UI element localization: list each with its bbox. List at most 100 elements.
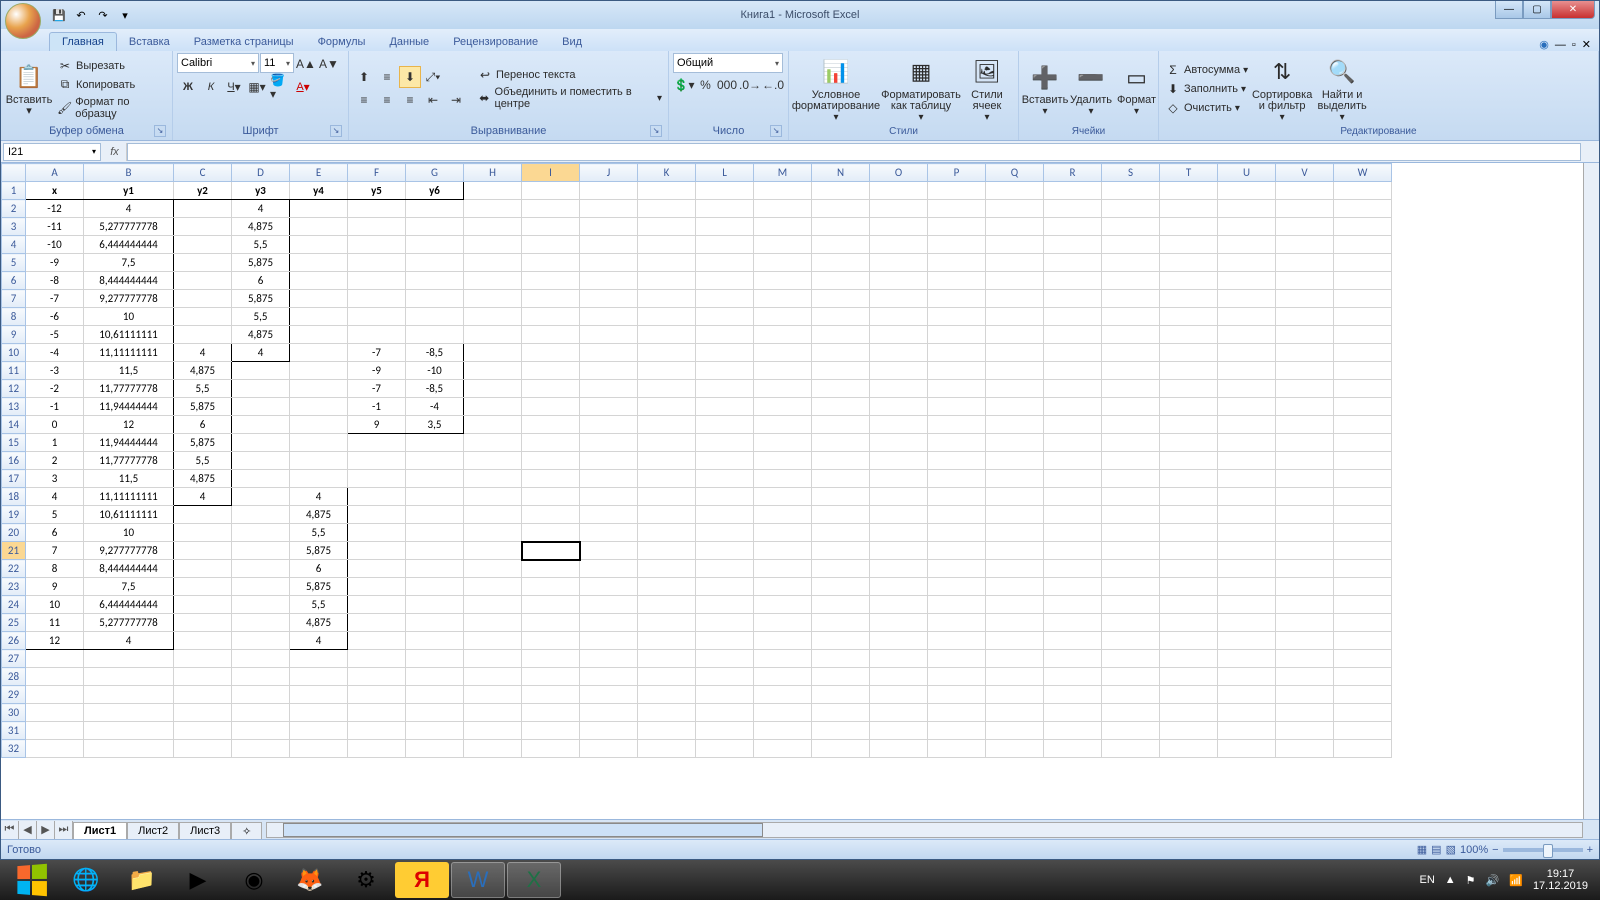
indent-decrease-button[interactable]: ⇤ [422, 89, 444, 111]
cell-I3[interactable] [522, 218, 580, 236]
cell-B29[interactable] [84, 686, 174, 704]
cell-J3[interactable] [580, 218, 638, 236]
cell-L16[interactable] [696, 452, 754, 470]
cell-M31[interactable] [754, 722, 812, 740]
cell-T3[interactable] [1160, 218, 1218, 236]
cell-E12[interactable] [290, 380, 348, 398]
cell-E8[interactable] [290, 308, 348, 326]
col-header-C[interactable]: C [174, 164, 232, 182]
cell-A8[interactable]: -6 [26, 308, 84, 326]
cell-P6[interactable] [928, 272, 986, 290]
cell-P11[interactable] [928, 362, 986, 380]
cell-E5[interactable] [290, 254, 348, 272]
cell-E14[interactable] [290, 416, 348, 434]
row-header-25[interactable]: 25 [2, 614, 26, 632]
cell-T19[interactable] [1160, 506, 1218, 524]
cell-G5[interactable] [406, 254, 464, 272]
cell-A13[interactable]: -1 [26, 398, 84, 416]
cell-Q32[interactable] [986, 740, 1044, 758]
cell-A16[interactable]: 2 [26, 452, 84, 470]
tray-volume-icon[interactable]: 🔊 [1486, 874, 1500, 887]
cell-E6[interactable] [290, 272, 348, 290]
cell-B4[interactable]: 6,444444444 [84, 236, 174, 254]
taskbar-word[interactable]: W [451, 862, 505, 898]
cell-R13[interactable] [1044, 398, 1102, 416]
cell-J29[interactable] [580, 686, 638, 704]
cell-P18[interactable] [928, 488, 986, 506]
cell-F25[interactable] [348, 614, 406, 632]
cell-T25[interactable] [1160, 614, 1218, 632]
cell-B23[interactable]: 7,5 [84, 578, 174, 596]
cell-A23[interactable]: 9 [26, 578, 84, 596]
row-header-16[interactable]: 16 [2, 452, 26, 470]
cell-N27[interactable] [812, 650, 870, 668]
cell-A14[interactable]: 0 [26, 416, 84, 434]
cell-W6[interactable] [1334, 272, 1392, 290]
row-header-8[interactable]: 8 [2, 308, 26, 326]
sheet-tab-1[interactable]: Лист1 [73, 822, 127, 839]
cell-W13[interactable] [1334, 398, 1392, 416]
cell-J2[interactable] [580, 200, 638, 218]
cell-E28[interactable] [290, 668, 348, 686]
cell-S10[interactable] [1102, 344, 1160, 362]
cell-N2[interactable] [812, 200, 870, 218]
cell-G18[interactable] [406, 488, 464, 506]
cell-D2[interactable]: 4 [232, 200, 290, 218]
cell-U5[interactable] [1218, 254, 1276, 272]
cell-K10[interactable] [638, 344, 696, 362]
row-header-11[interactable]: 11 [2, 362, 26, 380]
sheet-tab-3[interactable]: Лист3 [179, 822, 231, 839]
cell-H18[interactable] [464, 488, 522, 506]
cell-grid[interactable]: ABCDEFGHIJKLMNOPQRSTUVW1xy1y2y3y4y5y62-1… [1, 163, 1392, 758]
cell-L29[interactable] [696, 686, 754, 704]
cell-C19[interactable] [174, 506, 232, 524]
cell-M16[interactable] [754, 452, 812, 470]
cell-B13[interactable]: 11,94444444 [84, 398, 174, 416]
office-button[interactable] [5, 3, 41, 39]
decrease-decimal-button[interactable]: ←.0 [762, 74, 784, 96]
col-header-P[interactable]: P [928, 164, 986, 182]
cell-M12[interactable] [754, 380, 812, 398]
cell-A5[interactable]: -9 [26, 254, 84, 272]
cell-Q28[interactable] [986, 668, 1044, 686]
percent-button[interactable]: % [696, 74, 715, 96]
cell-D13[interactable] [232, 398, 290, 416]
cell-D31[interactable] [232, 722, 290, 740]
cell-I1[interactable] [522, 182, 580, 200]
cell-U3[interactable] [1218, 218, 1276, 236]
cell-L14[interactable] [696, 416, 754, 434]
cell-P31[interactable] [928, 722, 986, 740]
cell-Q13[interactable] [986, 398, 1044, 416]
cell-I15[interactable] [522, 434, 580, 452]
tray-network-icon[interactable]: 📶 [1509, 874, 1523, 887]
cell-O17[interactable] [870, 470, 928, 488]
cell-J28[interactable] [580, 668, 638, 686]
cell-J5[interactable] [580, 254, 638, 272]
cell-R29[interactable] [1044, 686, 1102, 704]
cell-U1[interactable] [1218, 182, 1276, 200]
cell-H21[interactable] [464, 542, 522, 560]
cell-M14[interactable] [754, 416, 812, 434]
cell-R10[interactable] [1044, 344, 1102, 362]
cell-D14[interactable] [232, 416, 290, 434]
row-header-12[interactable]: 12 [2, 380, 26, 398]
cell-V9[interactable] [1276, 326, 1334, 344]
cell-B19[interactable]: 10,61111111 [84, 506, 174, 524]
cell-G25[interactable] [406, 614, 464, 632]
cell-T31[interactable] [1160, 722, 1218, 740]
cell-C22[interactable] [174, 560, 232, 578]
conditional-formatting-button[interactable]: 📊Условное форматирование▾ [793, 54, 879, 125]
cell-K8[interactable] [638, 308, 696, 326]
cell-C11[interactable]: 4,875 [174, 362, 232, 380]
cell-V29[interactable] [1276, 686, 1334, 704]
cell-F22[interactable] [348, 560, 406, 578]
cell-Q19[interactable] [986, 506, 1044, 524]
cell-P10[interactable] [928, 344, 986, 362]
cell-S12[interactable] [1102, 380, 1160, 398]
cell-S25[interactable] [1102, 614, 1160, 632]
cell-B2[interactable]: 4 [84, 200, 174, 218]
cell-B12[interactable]: 11,77777778 [84, 380, 174, 398]
cell-U31[interactable] [1218, 722, 1276, 740]
col-header-R[interactable]: R [1044, 164, 1102, 182]
cell-V17[interactable] [1276, 470, 1334, 488]
